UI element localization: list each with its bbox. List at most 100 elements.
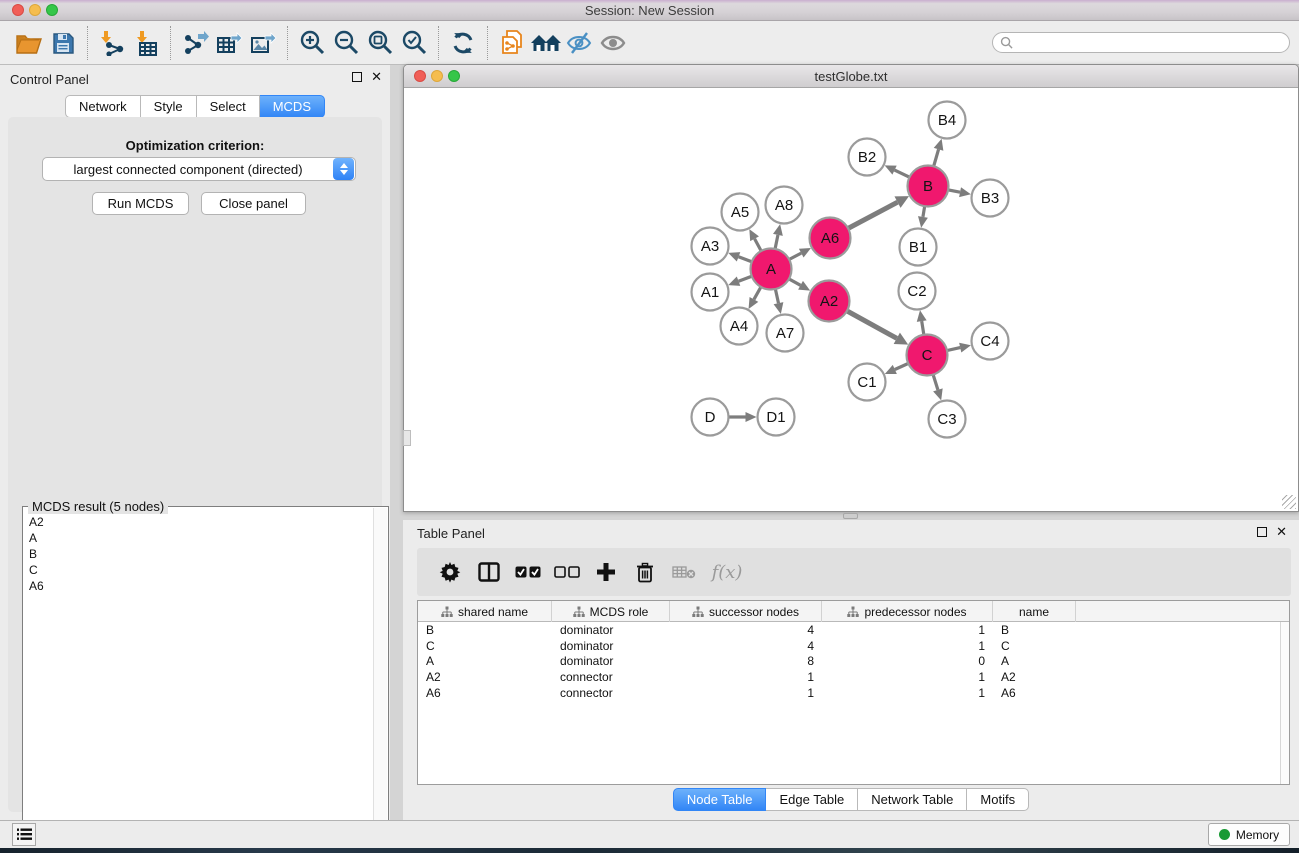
column-namespace-icon <box>692 606 704 618</box>
column-header-MCDS-role[interactable]: MCDS role <box>552 601 670 622</box>
graph-node-A8[interactable]: A8 <box>766 187 803 224</box>
table-options-button[interactable] <box>430 555 469 589</box>
table-cell: 1 <box>822 686 993 700</box>
splitter-grip[interactable] <box>843 513 858 519</box>
show-graphics-button[interactable] <box>597 26 631 60</box>
table-row[interactable]: A2connector11A2 <box>418 669 1289 685</box>
result-scrollbar[interactable] <box>373 508 387 851</box>
criterion-dropdown[interactable]: largest connected component (directed) <box>42 157 356 181</box>
column-label: MCDS role <box>590 605 649 619</box>
graph-node-A1[interactable]: A1 <box>692 274 729 311</box>
graph-node-B2[interactable]: B2 <box>849 139 886 176</box>
close-panel-icon[interactable]: ✕ <box>371 72 382 82</box>
table-row[interactable]: Bdominator41B <box>418 622 1289 638</box>
graph-node-C1[interactable]: C1 <box>849 364 886 401</box>
tab-node-table[interactable]: Node Table <box>673 788 767 811</box>
function-builder-button[interactable]: f(x) <box>703 555 751 589</box>
save-session-button[interactable] <box>46 26 80 60</box>
tab-edge-table[interactable]: Edge Table <box>766 788 858 811</box>
table-cell: A <box>993 654 1076 668</box>
delete-columns-button[interactable] <box>625 555 664 589</box>
network-canvas[interactable]: A A1 A2 A3 A4 A5 A6 A7 A8 B B1 B2 B3 B4 C C1 C2 C3 C4 D D1 <box>404 88 1298 511</box>
zoom-selected-button[interactable] <box>397 26 431 60</box>
node-label: A <box>766 261 776 278</box>
show-columns-button[interactable] <box>469 555 508 589</box>
toolbar-separator <box>170 26 171 60</box>
graph-node-A2[interactable]: A2 <box>809 281 850 322</box>
run-mcds-button[interactable]: Run MCDS <box>92 192 189 215</box>
tab-network-table[interactable]: Network Table <box>858 788 967 811</box>
graph-node-A6[interactable]: A6 <box>810 218 851 259</box>
home-view-button[interactable] <box>529 26 563 60</box>
graph-node-D1[interactable]: D1 <box>758 399 795 436</box>
table-cell: 4 <box>670 623 822 637</box>
memory-status-icon <box>1219 829 1230 840</box>
table-cell: 1 <box>670 670 822 684</box>
tab-select[interactable]: Select <box>197 95 260 118</box>
graph-node-A7[interactable]: A7 <box>767 315 804 352</box>
export-table-button[interactable] <box>212 26 246 60</box>
result-item[interactable]: B <box>29 546 373 562</box>
arrowhead-A-A1 <box>728 277 740 286</box>
gear-icon <box>439 561 461 583</box>
graph-node-A5[interactable]: A5 <box>722 194 759 231</box>
column-header-shared-name[interactable]: shared name <box>418 601 552 622</box>
graph-node-C4[interactable]: C4 <box>972 323 1009 360</box>
result-item[interactable]: A6 <box>29 578 373 594</box>
tab-network[interactable]: Network <box>65 95 141 118</box>
show-panels-button[interactable] <box>12 823 36 846</box>
graph-node-A4[interactable]: A4 <box>721 308 758 345</box>
table-row[interactable]: Adominator80A <box>418 653 1289 669</box>
column-header-name[interactable]: name <box>993 601 1076 622</box>
result-item[interactable]: C <box>29 562 373 578</box>
window-resize-grip[interactable] <box>1282 495 1296 509</box>
export-image-button[interactable] <box>246 26 280 60</box>
search-box[interactable] <box>992 32 1290 53</box>
column-header-successor-nodes[interactable]: successor nodes <box>670 601 822 622</box>
float-table-panel-icon[interactable] <box>1257 527 1267 537</box>
table-row[interactable]: Cdominator41C <box>418 638 1289 654</box>
export-network-button[interactable] <box>178 26 212 60</box>
tab-style[interactable]: Style <box>141 95 197 118</box>
delete-table-button[interactable] <box>664 555 703 589</box>
select-all-columns-button[interactable] <box>508 555 547 589</box>
network-window-titlebar[interactable]: testGlobe.txt <box>404 65 1298 88</box>
canvas-left-scrollbar[interactable] <box>403 430 411 446</box>
graph-node-B[interactable]: B <box>908 166 949 207</box>
open-file-button[interactable] <box>12 26 46 60</box>
import-network-button[interactable] <box>95 26 129 60</box>
table-row[interactable]: A6connector11A6 <box>418 685 1289 701</box>
import-table-button[interactable] <box>129 26 163 60</box>
result-item[interactable]: A2 <box>29 514 373 530</box>
graph-node-B4[interactable]: B4 <box>929 102 966 139</box>
zoom-fit-button[interactable] <box>363 26 397 60</box>
zoom-out-button[interactable] <box>329 26 363 60</box>
unselect-all-columns-button[interactable] <box>547 555 586 589</box>
zoom-in-button[interactable] <box>295 26 329 60</box>
search-input[interactable] <box>1013 34 1289 51</box>
plus-icon <box>596 562 616 582</box>
mcds-result-list[interactable]: A2ABCA6 <box>24 514 373 594</box>
column-header-predecessor-nodes[interactable]: predecessor nodes <box>822 601 993 622</box>
graph-node-A[interactable]: A <box>751 249 792 290</box>
tab-motifs[interactable]: Motifs <box>967 788 1029 811</box>
graph-node-C[interactable]: C <box>907 335 948 376</box>
hide-graphics-button[interactable] <box>563 26 597 60</box>
graph-node-B3[interactable]: B3 <box>972 180 1009 217</box>
graph-node-B1[interactable]: B1 <box>900 229 937 266</box>
graph-node-D[interactable]: D <box>692 399 729 436</box>
graph-node-C2[interactable]: C2 <box>899 273 936 310</box>
memory-button[interactable]: Memory <box>1208 823 1290 846</box>
graph-node-A3[interactable]: A3 <box>692 228 729 265</box>
graph-node-C3[interactable]: C3 <box>929 401 966 438</box>
table-scrollbar[interactable] <box>1280 622 1289 784</box>
result-item[interactable]: A <box>29 530 373 546</box>
tab-mcds[interactable]: MCDS <box>260 95 325 118</box>
refresh-view-button[interactable] <box>446 26 480 60</box>
network-snapshot-button[interactable] <box>495 26 529 60</box>
close-table-panel-icon[interactable]: ✕ <box>1276 527 1287 537</box>
add-column-button[interactable] <box>586 555 625 589</box>
arrowhead-B-B4 <box>934 139 944 151</box>
close-panel-button[interactable]: Close panel <box>201 192 306 215</box>
float-panel-icon[interactable] <box>352 72 362 82</box>
